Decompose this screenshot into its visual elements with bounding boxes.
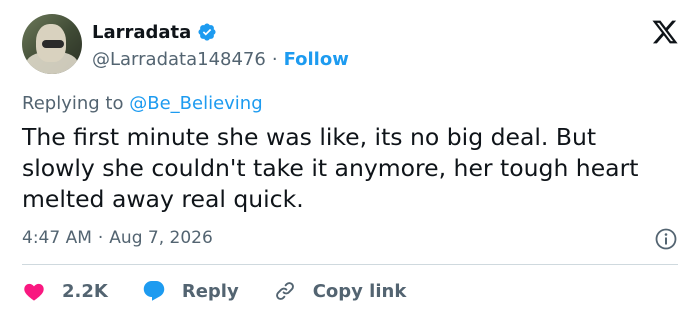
reply-button[interactable]: Reply <box>142 279 239 303</box>
tweet-text: The first minute she was like, its no bi… <box>22 123 639 213</box>
verified-badge-icon <box>197 22 217 42</box>
author-name-row: Larradata <box>92 20 217 44</box>
author-handle[interactable]: @Larradata148476 <box>92 49 266 70</box>
divider <box>22 264 678 265</box>
reply-bubble-icon <box>143 281 165 301</box>
copy-link-button[interactable]: Copy link <box>273 279 407 303</box>
info-icon[interactable] <box>654 227 678 251</box>
follow-button[interactable]: Follow <box>284 49 349 70</box>
tweet-actions: 2.2K Reply Copy link <box>22 276 440 306</box>
avatar[interactable] <box>22 14 82 74</box>
tweet-date[interactable]: Aug 7, 2026 <box>109 228 213 248</box>
replying-to-prefix: Replying to <box>22 93 124 114</box>
copy-link-label: Copy link <box>312 280 407 302</box>
replying-to-line: Replying to @Be_Believing <box>22 93 263 114</box>
tweet-time[interactable]: 4:47 AM <box>22 228 92 248</box>
tweet-timestamp[interactable]: 4:47 AM · Aug 7, 2026 <box>22 228 213 248</box>
link-icon <box>275 282 294 300</box>
replying-to-handle[interactable]: @Be_Believing <box>129 93 262 114</box>
heart-icon <box>24 283 44 301</box>
separator-dot: · <box>271 48 278 70</box>
like-count: 2.2K <box>62 280 108 302</box>
separator-dot: · <box>97 228 104 248</box>
x-logo-icon[interactable] <box>650 18 680 46</box>
author-handle-row: @Larradata148476 · Follow <box>92 48 349 70</box>
author-name[interactable]: Larradata <box>92 22 191 43</box>
like-button[interactable]: 2.2K <box>22 279 108 303</box>
reply-label: Reply <box>181 280 239 302</box>
